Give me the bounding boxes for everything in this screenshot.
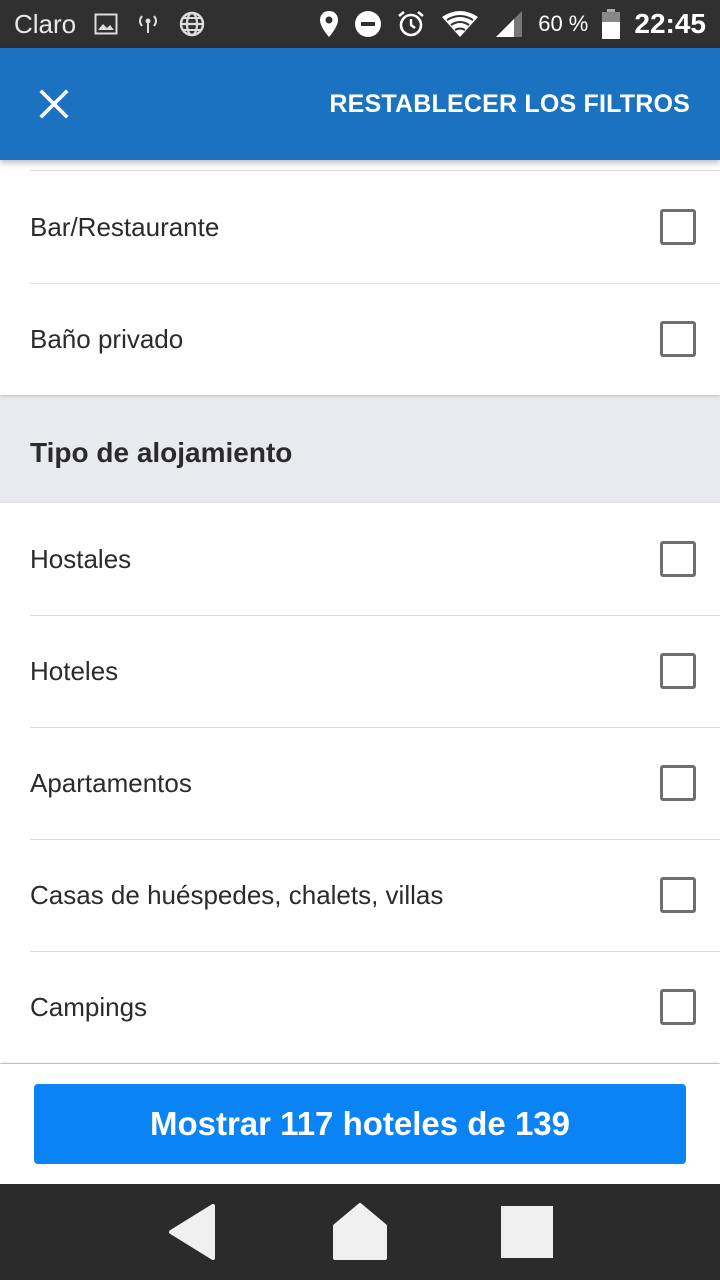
section-title: Tipo de alojamiento: [30, 437, 293, 468]
filter-label: Hostales: [30, 543, 132, 574]
battery-icon: [602, 9, 621, 39]
wifi-icon: [440, 9, 480, 39]
filter-row-bar-restaurante[interactable]: Bar/Restaurante: [0, 171, 720, 283]
home-icon[interactable]: [330, 1202, 390, 1262]
filter-row-casas[interactable]: Casas de huéspedes, chalets, villas: [0, 839, 720, 951]
reset-filters-button[interactable]: RESTABLECER LOS FILTROS: [329, 90, 690, 119]
close-icon[interactable]: [36, 86, 72, 122]
checkbox[interactable]: [660, 877, 696, 913]
show-hotels-button[interactable]: Mostrar 117 hoteles de 139: [34, 1084, 686, 1164]
filter-label: Hoteles: [30, 655, 119, 686]
signal-icon: [494, 9, 524, 39]
image-icon: [94, 13, 118, 35]
filter-row-campings[interactable]: Campings: [0, 951, 720, 1063]
filter-row-apartamentos[interactable]: Apartamentos: [0, 727, 720, 839]
facilities-card: Bar/Restaurante Baño privado: [0, 160, 720, 395]
filter-row-bano-privado[interactable]: Baño privado: [0, 283, 720, 395]
back-icon[interactable]: [163, 1202, 223, 1262]
filters-list[interactable]: Bar/Restaurante Baño privado Tipo de alo…: [0, 160, 720, 1064]
filter-row-hoteles[interactable]: Hoteles: [0, 615, 720, 727]
checkbox[interactable]: [660, 321, 696, 357]
alarm-icon: [396, 9, 426, 39]
status-bar: Claro 60 % 22:45: [0, 0, 720, 48]
hotspot-icon: [136, 12, 160, 36]
filter-row-hostales[interactable]: Hostales: [0, 503, 720, 615]
battery-percent: 60 %: [538, 11, 589, 36]
checkbox[interactable]: [660, 541, 696, 577]
checkbox[interactable]: [660, 653, 696, 689]
filter-label: Apartamentos: [30, 767, 192, 798]
checkbox[interactable]: [660, 989, 696, 1025]
app-bar: RESTABLECER LOS FILTROS: [0, 48, 720, 160]
section-header: Tipo de alojamiento: [0, 395, 720, 503]
clock: 22:45: [634, 8, 706, 39]
dnd-icon: [354, 10, 382, 38]
filter-label: Campings: [30, 991, 148, 1022]
recents-icon[interactable]: [497, 1202, 557, 1262]
filter-label: Baño privado: [30, 323, 184, 354]
location-icon: [318, 10, 340, 38]
checkbox[interactable]: [660, 209, 696, 245]
carrier-name: Claro: [14, 8, 77, 39]
filter-label: Bar/Restaurante: [30, 211, 220, 242]
accommodation-type-card: Hostales Hoteles Apartamentos Casas de h…: [0, 503, 720, 1063]
footer: Mostrar 117 hoteles de 139: [0, 1064, 720, 1184]
globe-icon: [178, 10, 206, 38]
checkbox[interactable]: [660, 765, 696, 801]
nav-bar: [0, 1184, 720, 1280]
filter-label: Casas de huéspedes, chalets, villas: [30, 879, 444, 910]
